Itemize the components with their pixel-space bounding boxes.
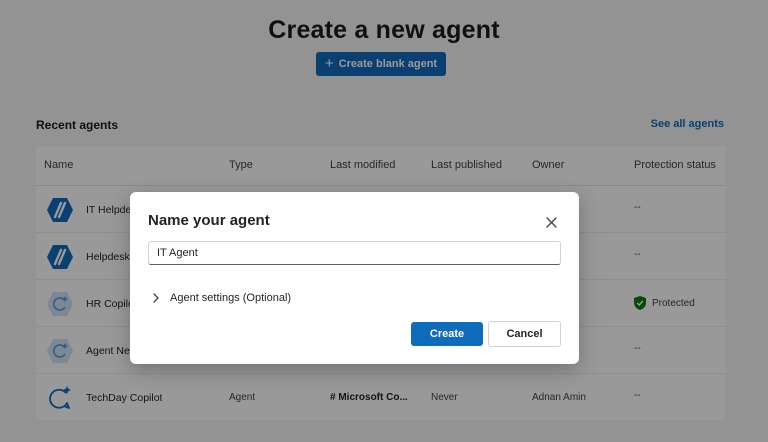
- close-icon: [545, 216, 557, 228]
- agent-settings-label: Agent settings (Optional): [170, 292, 292, 304]
- chevron-right-icon: [153, 293, 159, 303]
- agent-settings-toggle[interactable]: Agent settings (Optional): [152, 292, 291, 304]
- dialog-title: Name your agent: [148, 212, 270, 229]
- agent-name-input[interactable]: [148, 241, 561, 265]
- close-button[interactable]: [543, 214, 559, 230]
- cancel-button[interactable]: Cancel: [488, 321, 561, 347]
- create-button[interactable]: Create: [411, 322, 483, 346]
- name-agent-dialog: Name your agent Agent settings (Optional…: [130, 192, 579, 364]
